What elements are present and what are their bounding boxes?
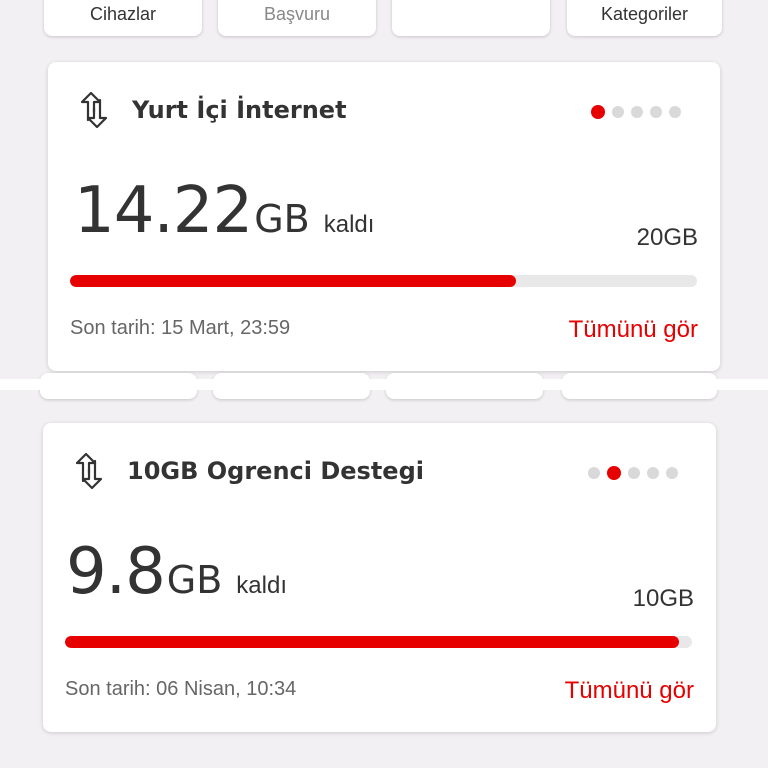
see-all-link[interactable]: Tümünü gör [569,316,698,344]
pager-dot-active[interactable] [591,105,605,119]
category-tile-peek [213,390,370,399]
pager-dot-active[interactable] [607,466,621,480]
usage-progress-fill [70,275,516,287]
category-tile-label: Cihazlar [89,4,157,24]
category-tile-application[interactable]: Başvuru [218,0,376,36]
category-tile-empty[interactable] [392,0,550,36]
usage-progress-fill [65,636,680,648]
pager-dot[interactable] [612,106,624,118]
card-header: Yurt İçi İnternet [74,90,347,130]
category-tile-peek [40,373,197,379]
data-transfer-arrows-icon [69,451,109,491]
total-quota: 10GB [632,585,694,612]
total-quota: 20GB [636,224,698,251]
remaining-suffix: kaldı [323,211,375,238]
remaining-value: 9.8 [66,535,166,609]
usage-card: Yurt İçi İnternet 14.22 GB kaldı 20GB So… [48,62,720,371]
pager-dot[interactable] [631,106,643,118]
category-tile-label: Kategoriler [600,4,689,24]
card-pager[interactable] [591,105,681,119]
pager-dot[interactable] [666,467,678,479]
remaining-amount: 14.22 GB kaldı [74,174,374,248]
category-tile-peek [562,373,717,379]
bottom-screenshot-panel: 10GB Ogrenci Destegi 9.8 GB kaldı 10GB S… [0,390,768,768]
top-screenshot-panel: Cihazlar Başvuru Kategoriler Yurt İçi İn… [0,0,768,379]
category-tile-peek [562,390,717,399]
remaining-suffix: kaldı [236,572,287,599]
data-transfer-arrows-icon [74,90,114,130]
usage-card: 10GB Ogrenci Destegi 9.8 GB kaldı 10GB S… [43,423,716,732]
category-tile-peek [386,373,543,379]
remaining-unit: GB [166,558,223,602]
usage-progress-bar [65,636,692,648]
pager-dot[interactable] [669,106,681,118]
category-tile-peek [213,373,370,379]
remaining-value: 14.22 [74,174,253,248]
category-tile-peek [386,390,543,399]
card-title: 10GB Ogrenci Destegi [127,457,424,485]
pager-dot[interactable] [650,106,662,118]
pager-dot[interactable] [628,467,640,479]
card-pager[interactable] [588,466,678,480]
category-tile-label: Başvuru [263,4,331,24]
card-header: 10GB Ogrenci Destegi [69,451,424,491]
category-tile-peek [40,390,197,399]
see-all-link[interactable]: Tümünü gör [565,677,694,705]
pager-dot[interactable] [647,467,659,479]
category-tile-categories[interactable]: Kategoriler [567,0,722,36]
remaining-unit: GB [254,197,310,241]
pager-dot[interactable] [588,467,600,479]
card-title: Yurt İçi İnternet [132,96,347,124]
remaining-amount: 9.8 GB kaldı [66,535,287,609]
usage-progress-bar [70,275,697,287]
due-date: Son tarih: 15 Mart, 23:59 [70,317,291,339]
category-tile-devices[interactable]: Cihazlar [44,0,202,36]
due-date: Son tarih: 06 Nisan, 10:34 [65,678,297,700]
